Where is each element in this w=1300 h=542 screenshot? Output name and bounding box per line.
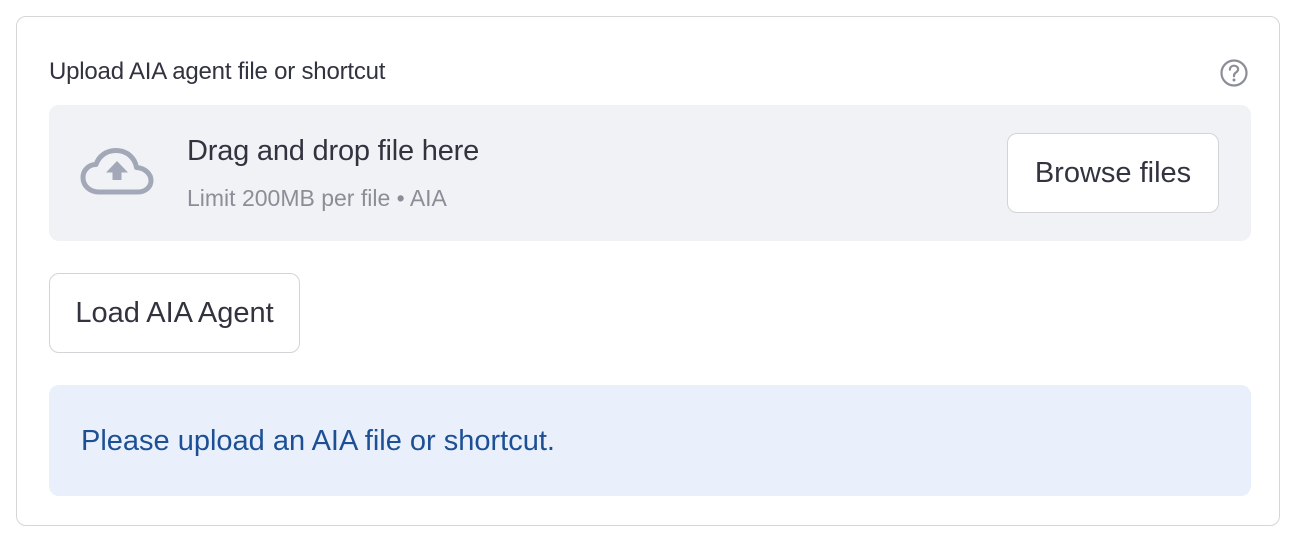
dropzone-title: Drag and drop file here <box>187 135 480 167</box>
info-alert: Please upload an AIA file or shortcut. <box>49 385 1251 496</box>
help-icon[interactable] <box>1218 57 1250 89</box>
browse-files-button[interactable]: Browse files <box>1007 133 1219 213</box>
file-dropzone[interactable]: Drag and drop file here Limit 200MB per … <box>49 105 1251 241</box>
info-message: Please upload an AIA file or shortcut. <box>81 425 555 457</box>
upload-panel: Upload AIA agent file or shortcut Drag a… <box>16 16 1280 526</box>
cloud-upload-icon <box>79 147 155 197</box>
uploader-label: Upload AIA agent file or shortcut <box>49 58 386 85</box>
dropzone-limit-text: Limit 200MB per file • AIA <box>187 185 447 211</box>
load-agent-button[interactable]: Load AIA Agent <box>49 273 300 353</box>
